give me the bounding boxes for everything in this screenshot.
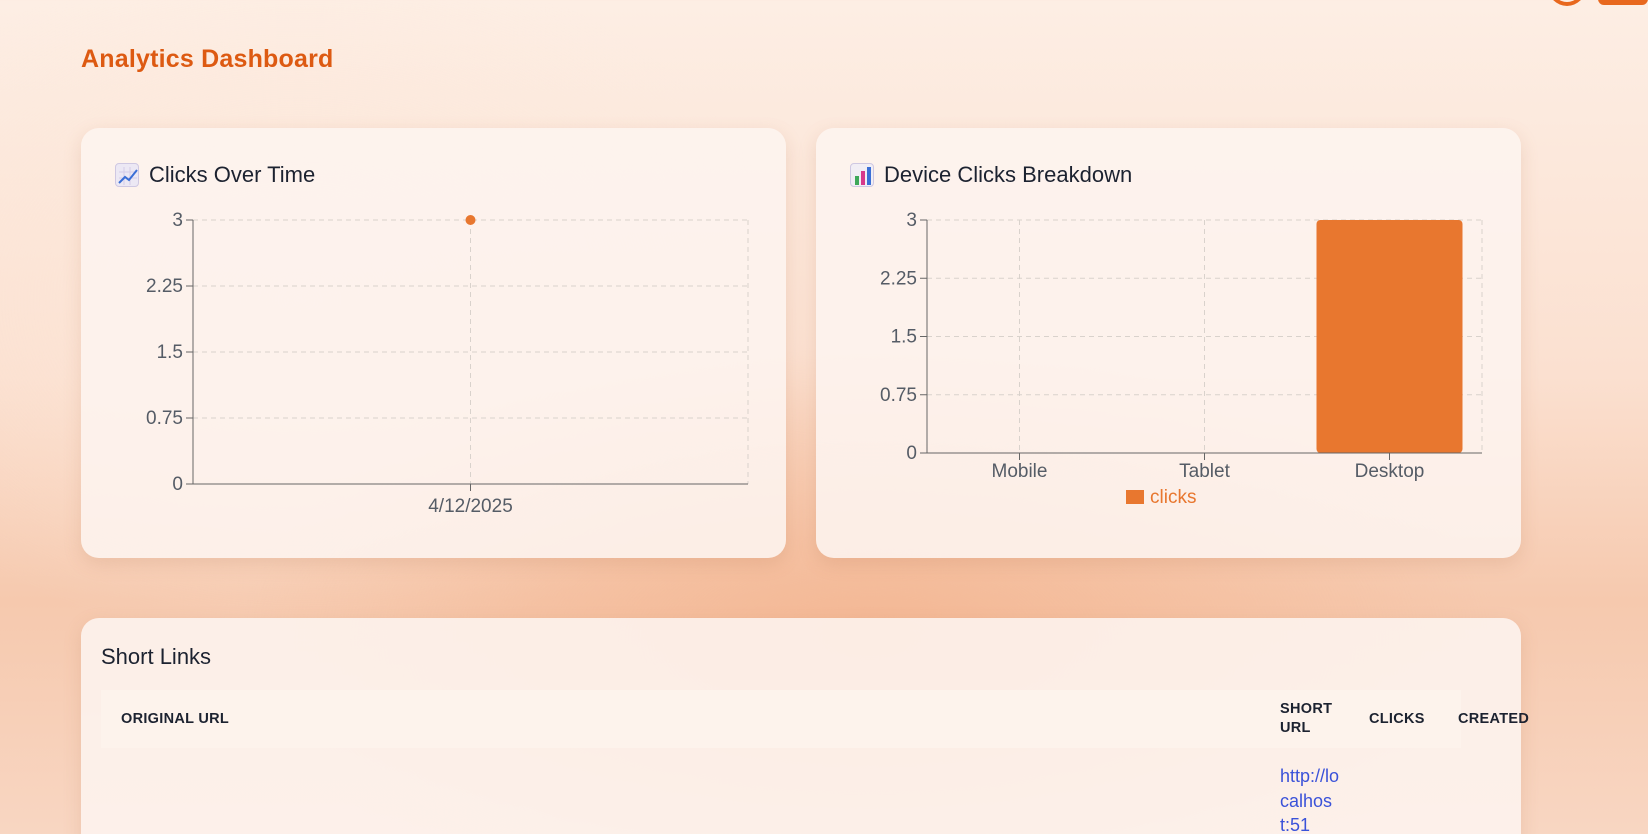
clicks-line-chart: 0 0.75 1.5 2.25 3 4/12/2025 (146, 210, 749, 517)
y-tick-label: 0 (172, 474, 183, 495)
y-tick-label: 0 (906, 443, 917, 464)
column-header-created[interactable]: CREATED (1458, 710, 1529, 729)
x-tick-label: 4/12/2025 (428, 496, 513, 517)
y-tick-label: 2.25 (146, 276, 183, 297)
header-action-button[interactable] (1598, 0, 1648, 5)
x-tick-label: Desktop (1355, 461, 1425, 482)
x-tick-label: Tablet (1179, 461, 1230, 482)
short-links-card: Short Links ORIGINAL URL SHORT URL CLICK… (81, 618, 1529, 834)
y-tick-label: 2.25 (880, 268, 917, 289)
legend-label: clicks (1150, 487, 1196, 508)
column-header-short-url[interactable]: SHORT URL (1280, 700, 1340, 738)
device-clicks-card: Device Clicks Breakdown 0 0.75 1.5 2.25 3 Mob… (816, 128, 1521, 558)
profile-avatar-icon[interactable] (1548, 0, 1586, 6)
clicks-over-time-card: Clicks Over Time 0 0.75 1.5 2.25 3 4/12/2025 (81, 128, 786, 558)
short-url-link[interactable]: http://localhost:51 (1280, 764, 1340, 834)
data-point (465, 215, 476, 225)
y-tick-label: 0.75 (146, 408, 183, 429)
column-header-original-url[interactable]: ORIGINAL URL (121, 710, 229, 729)
column-header-clicks[interactable]: CLICKS (1369, 710, 1425, 729)
y-tick-label: 3 (172, 210, 183, 231)
header-actions (1548, 0, 1648, 6)
y-tick-label: 0.75 (880, 385, 917, 406)
short-links-title: Short Links (101, 644, 212, 669)
y-tick-label: 1.5 (891, 327, 917, 348)
y-tick-label: 3 (906, 210, 917, 231)
legend-swatch (1126, 490, 1144, 504)
x-tick-label: Mobile (992, 461, 1048, 482)
device-bar-chart: 0 0.75 1.5 2.25 3 Mobile Tablet Desktop clicks (880, 210, 1483, 508)
y-tick-label: 1.5 (157, 342, 183, 363)
page-title: Analytics Dashboard (81, 45, 334, 73)
bar-desktop (1316, 220, 1463, 453)
table-header: ORIGINAL URL SHORT URL CLICKS CREATED (101, 690, 1529, 748)
